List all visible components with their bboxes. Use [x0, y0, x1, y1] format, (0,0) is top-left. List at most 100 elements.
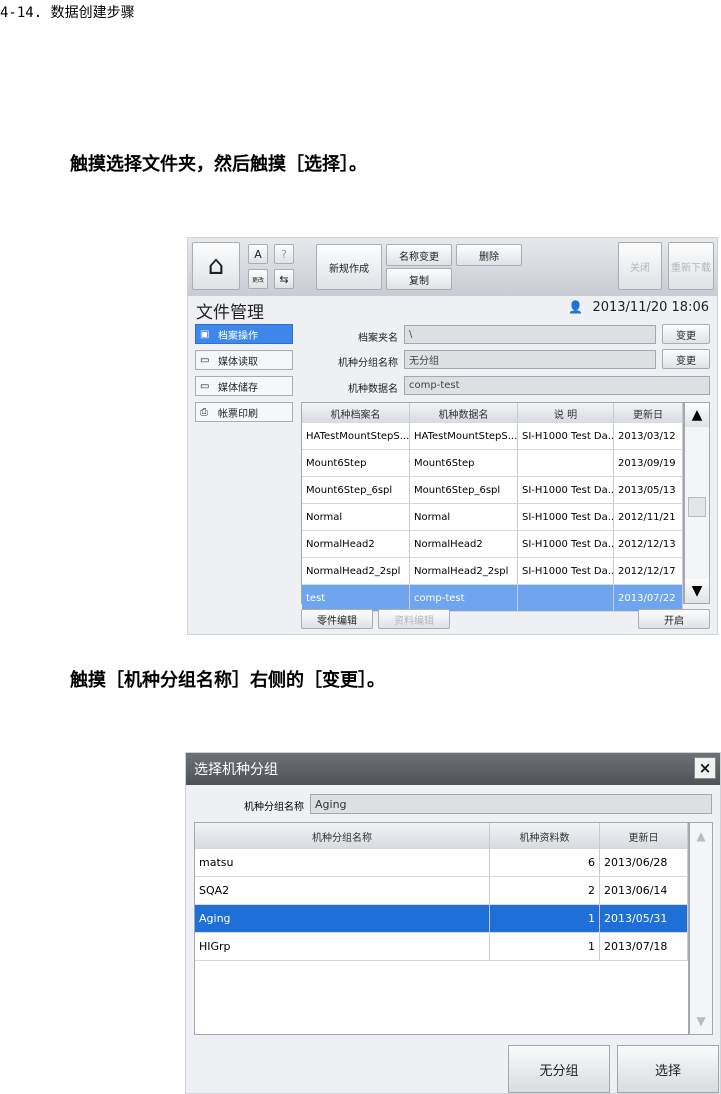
column-header[interactable]: 机种分组名称: [195, 823, 490, 849]
arrow-down-icon: ▼: [696, 1014, 706, 1028]
arrow-up-icon: ▲: [696, 829, 706, 843]
instruction-step-1: 触摸选择文件夹，然后触摸［选择］。: [70, 154, 367, 175]
cell: NormalHead2: [410, 531, 518, 557]
cell: 2012/11/21: [614, 504, 683, 530]
table-row[interactable]: HIGrp 1 2013/07/18: [195, 933, 688, 961]
table-row[interactable]: NormalHead2_2spl NormalHead2_2spl SI-H1000…: [302, 558, 683, 585]
column-header[interactable]: 说 明: [518, 403, 614, 423]
cell: Mount6Step: [302, 450, 410, 476]
parts-edit-button[interactable]: 零件编辑: [301, 609, 373, 629]
media-save-icon: ▭: [200, 380, 210, 392]
table-row[interactable]: SQA2 2 2013/06/14: [195, 877, 688, 905]
table-row[interactable]: Mount6Step Mount6Step 2013/09/19: [302, 450, 683, 477]
cell: [518, 450, 614, 476]
printer-icon: ⎙: [200, 406, 208, 418]
folder-change-button[interactable]: 变更: [662, 324, 710, 344]
table-row[interactable]: Normal Normal SI-H1000 Test Da... 2012/11/2…: [302, 504, 683, 531]
cell: 2013/07/18: [600, 933, 688, 960]
page-title: 文件管理: [196, 303, 264, 323]
cell: 2013/05/13: [614, 477, 683, 503]
new-button[interactable]: 新规作成: [316, 244, 382, 290]
folder-name-field: \: [404, 325, 656, 344]
scroll-down-button[interactable]: ▼: [690, 1010, 712, 1032]
table-header: 机种档案名 机种数据名 说 明 更新日: [302, 403, 683, 423]
model-info-button[interactable]: A: [248, 244, 268, 264]
no-group-button[interactable]: 无分组: [508, 1045, 610, 1093]
dialog-title-bar: 选择机种分组: [186, 753, 720, 785]
cell: matsu: [195, 849, 490, 876]
cell: Mount6Step_6spl: [410, 477, 518, 503]
file-table: 机种档案名 机种数据名 说 明 更新日 HATestMountStepS... H…: [301, 402, 684, 612]
cell: 1: [490, 905, 600, 932]
scroll-up-button[interactable]: ▲: [685, 403, 709, 427]
sidebar-item-file-ops[interactable]: ▣ 档案操作: [195, 324, 293, 344]
column-header[interactable]: 更新日: [600, 823, 688, 849]
sidebar-item-media-read[interactable]: ▭ 媒体读取: [195, 350, 293, 370]
datetime: 2013/11/20 18:06: [592, 300, 709, 315]
table-row-selected[interactable]: Aging 1 2013/05/31: [195, 905, 688, 933]
file-management-screen: ⌂ A ? 更改 ⇆ 新规作成 名称变更 删除 复制 关闭 重新下载 文件管理 …: [187, 237, 718, 635]
table-scrollbar[interactable]: ▲ ▼: [684, 402, 710, 604]
cell: test: [302, 585, 410, 611]
cell: NormalHead2: [302, 531, 410, 557]
dialog-title: 选择机种分组: [194, 762, 278, 778]
scroll-up-button[interactable]: ▲: [690, 825, 712, 847]
folder-name-label: 档案夹名: [358, 333, 398, 344]
cell: SI-H1000 Test Da...: [518, 558, 614, 584]
cell: NormalHead2_2spl: [410, 558, 518, 584]
cell: 6: [490, 849, 600, 876]
cell: HIGrp: [195, 933, 490, 960]
cell: 2013/06/14: [600, 877, 688, 904]
figure-caption: 4-14. 数据创建步骤: [0, 5, 135, 21]
delete-button[interactable]: 删除: [456, 244, 522, 266]
sidebar-item-print[interactable]: ⎙ 帐票印刷: [195, 402, 293, 422]
open-button[interactable]: 开启: [638, 609, 710, 629]
close-icon: ×: [698, 759, 712, 777]
select-group-dialog: 选择机种分组 × 机种分组名称 Aging 机种分组名称 机种资料数 更新日 m…: [185, 752, 721, 1094]
close-button[interactable]: 关闭: [618, 242, 662, 290]
table-scrollbar[interactable]: ▲ ▼: [689, 822, 713, 1035]
arrow-down-icon: ▼: [691, 583, 703, 599]
sidebar-item-media-save[interactable]: ▭ 媒体储存: [195, 376, 293, 396]
table-header: 机种分组名称 机种资料数 更新日: [195, 823, 688, 849]
cell: Mount6Step: [410, 450, 518, 476]
home-button[interactable]: ⌂: [192, 242, 240, 290]
help-icon: ?: [281, 247, 287, 261]
sidebar-item-label: 媒体储存: [218, 382, 258, 394]
table-row[interactable]: matsu 6 2013/06/28: [195, 849, 688, 877]
group-name-field: Aging: [310, 794, 712, 814]
column-header[interactable]: 机种档案名: [302, 403, 410, 423]
group-name-label: 机种分组名称: [244, 802, 304, 813]
transfer-button[interactable]: ⇆: [274, 269, 294, 289]
dialog-close-button[interactable]: ×: [694, 757, 716, 779]
cell: 2012/12/17: [614, 558, 683, 584]
arrow-up-icon: ▲: [691, 407, 703, 423]
group-table: 机种分组名称 机种资料数 更新日 matsu 6 2013/06/28 SQA2 2 2…: [194, 822, 689, 1035]
column-header[interactable]: 更新日: [614, 403, 683, 423]
data-edit-button[interactable]: 资料编辑: [378, 609, 450, 629]
cell: 1: [490, 933, 600, 960]
column-header[interactable]: 机种数据名: [410, 403, 518, 423]
table-row[interactable]: Mount6Step_6spl Mount6Step_6spl SI-H1000 T…: [302, 477, 683, 504]
user-icon: 👤: [568, 300, 583, 314]
rename-button[interactable]: 名称变更: [386, 244, 452, 266]
scroll-down-button[interactable]: ▼: [685, 579, 709, 603]
table-row[interactable]: NormalHead2 NormalHead2 SI-H1000 Test Da..…: [302, 531, 683, 558]
cell: SQA2: [195, 877, 490, 904]
group-change-button[interactable]: 变更: [662, 349, 710, 369]
scroll-thumb[interactable]: [688, 497, 706, 517]
group-name-label: 机种分组名称: [338, 358, 398, 369]
help-button[interactable]: ?: [274, 244, 294, 264]
column-header[interactable]: 机种资料数: [490, 823, 600, 849]
a-icon: A: [254, 247, 262, 261]
copy-button[interactable]: 复制: [386, 268, 452, 290]
reload-button[interactable]: 重新下载: [668, 242, 714, 290]
instruction-step-2: 触摸［机种分组名称］右侧的［变更］。: [70, 670, 385, 691]
table-row[interactable]: HATestMountStepS... HATestMountStepS... SI…: [302, 423, 683, 450]
cell: 2013/09/19: [614, 450, 683, 476]
change-button[interactable]: 更改: [248, 269, 268, 289]
select-button[interactable]: 选择: [617, 1045, 719, 1093]
change-label: 更改: [251, 276, 264, 284]
cell: SI-H1000 Test Da...: [518, 477, 614, 503]
table-row-selected[interactable]: test comp-test 2013/07/22: [302, 585, 683, 612]
